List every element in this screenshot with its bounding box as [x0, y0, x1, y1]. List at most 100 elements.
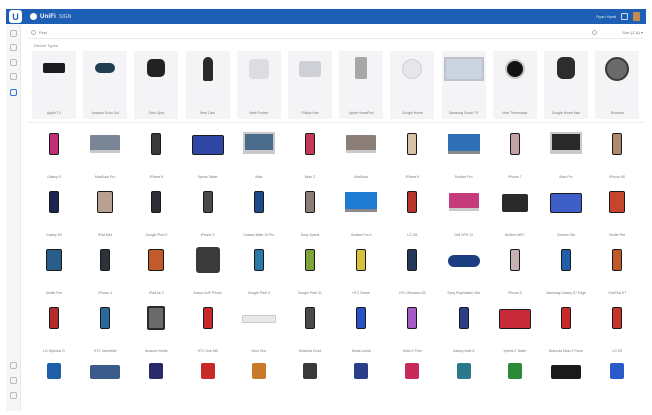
refresh-icon[interactable]: [592, 30, 597, 35]
device-type-tile[interactable]: Dell XPS 13: [442, 181, 486, 241]
device-type-tile[interactable]: iMac: [237, 123, 281, 183]
device-type-tile[interactable]: [83, 355, 127, 415]
device-image: [609, 191, 626, 213]
device-type-tile[interactable]: [390, 355, 434, 415]
device-image: [46, 249, 62, 271]
featured-device-tile[interactable]: Apple HomePod: [339, 51, 384, 119]
device-type-tile[interactable]: Google Pixel XL: [288, 239, 332, 299]
device-type-tile[interactable]: [32, 355, 76, 415]
dashboard-icon[interactable]: [10, 30, 17, 37]
device-type-tile[interactable]: Kindle Fire: [595, 181, 639, 241]
device-type-tile[interactable]: Motorola Droid: [288, 297, 332, 357]
device-type-tile[interactable]: Galaxy S9: [32, 181, 76, 241]
device-type-tile[interactable]: iPhone X: [186, 181, 230, 241]
users-icon[interactable]: [10, 44, 17, 51]
device-type-tile[interactable]: [339, 355, 383, 415]
device-type-tile[interactable]: iPhone 5: [493, 239, 537, 299]
device-type-tile[interactable]: Huawei Mate 10 Pro: [237, 181, 281, 241]
device-type-tile[interactable]: Xperia Tablet: [186, 123, 230, 183]
device-types-icon[interactable]: [10, 89, 17, 96]
device-type-tile[interactable]: Amazon Kindle: [134, 297, 178, 357]
device-type-tile[interactable]: [442, 355, 486, 415]
device-type-tile[interactable]: Brother MFC: [493, 181, 537, 241]
device-type-tile[interactable]: LG G5: [595, 297, 639, 357]
device-type-tile[interactable]: Avaya VoIP Phone: [186, 239, 230, 299]
device-type-tile[interactable]: iPhone 8: [134, 123, 178, 183]
device-image: [346, 135, 377, 153]
device-image: [458, 307, 469, 329]
settings-icon[interactable]: [10, 392, 17, 399]
featured-device-tile[interactable]: Nest Protect: [236, 51, 281, 119]
device-label: Apple TV: [47, 111, 61, 115]
device-type-tile[interactable]: iPhone 6S: [595, 123, 639, 183]
device-type-tile[interactable]: MacBook: [339, 123, 383, 183]
featured-device-tile[interactable]: Philips Hue: [288, 51, 332, 119]
device-type-tile[interactable]: iPad Air 2: [134, 239, 178, 299]
device-type-tile[interactable]: Nokia Lumia: [339, 297, 383, 357]
featured-device-tile[interactable]: Echo Spot: [134, 51, 179, 119]
avatar[interactable]: [633, 12, 640, 21]
featured-device-tile[interactable]: Nest Cam: [185, 51, 230, 119]
featured-device-tile[interactable]: Google Home: [390, 51, 435, 119]
device-type-tile[interactable]: Chrome Tab: [544, 181, 588, 241]
device-type-tile[interactable]: Motorola Moto Z Force: [544, 297, 588, 357]
device-image: [49, 133, 59, 155]
device-type-tile[interactable]: [288, 355, 332, 415]
device-type-tile[interactable]: iMac Pro: [544, 123, 588, 183]
device-type-tile[interactable]: Moto X Pure: [390, 297, 434, 357]
device-type-tile[interactable]: Google Pixel 2: [134, 181, 178, 241]
device-type-tile[interactable]: Galaxy Note 8: [442, 297, 486, 357]
device-image: [610, 363, 625, 379]
device-type-tile[interactable]: LG Optimus G: [32, 297, 76, 357]
device-type-tile[interactable]: HTC Windows 8X: [390, 239, 434, 299]
featured-device-tile[interactable]: Nest Thermostat: [492, 51, 537, 119]
device-type-tile[interactable]: LG G6: [390, 181, 434, 241]
device-image: [356, 307, 367, 329]
device-type-tile[interactable]: [186, 355, 230, 415]
device-type-tile[interactable]: iPhone 7: [493, 123, 537, 183]
user-name[interactable]: Ryan Hyatt: [596, 14, 616, 19]
devices-icon[interactable]: [10, 59, 17, 66]
ubiquiti-logo[interactable]: U: [9, 10, 22, 23]
device-type-tile[interactable]: Moto Z: [288, 123, 332, 183]
device-label: LG Optimus G: [43, 349, 65, 353]
apps-grid-icon[interactable]: [621, 13, 628, 20]
device-type-tile[interactable]: Samsung Galaxy S7 Edge: [544, 239, 588, 299]
device-type-tile[interactable]: Xperia Z Tablet: [493, 297, 537, 357]
device-type-tile[interactable]: Surface Pro 4: [339, 181, 383, 241]
featured-device-tile[interactable]: Amazon Echo Dot: [83, 51, 128, 119]
device-type-tile[interactable]: HTC One M8: [186, 297, 230, 357]
device-type-tile[interactable]: Galaxy S: [32, 123, 76, 183]
device-type-tile[interactable]: MacBook Pro: [83, 123, 127, 183]
alerts-icon[interactable]: [10, 362, 17, 369]
device-type-tile[interactable]: Sony Xperia: [288, 181, 332, 241]
device-image: [43, 63, 65, 73]
device-type-tile[interactable]: Kindle Fire: [32, 239, 76, 299]
device-image: [149, 363, 164, 379]
device-type-tile[interactable]: HTC Incredible: [83, 297, 127, 357]
device-image: [251, 363, 266, 379]
device-type-tile[interactable]: iPhone 4: [83, 239, 127, 299]
device-type-tile[interactable]: HTC Desire: [339, 239, 383, 299]
clients-icon[interactable]: [10, 73, 17, 80]
device-type-tile[interactable]: iPhone 6: [390, 123, 434, 183]
device-type-tile[interactable]: [595, 355, 639, 415]
featured-device-tile[interactable]: Roomba: [595, 51, 640, 119]
device-type-tile[interactable]: Sony PlayStation Vita: [442, 239, 486, 299]
device-type-tile[interactable]: Google Pixel 3: [237, 239, 281, 299]
search-input[interactable]: [39, 30, 239, 35]
device-type-tile[interactable]: [237, 355, 281, 415]
device-type-tile[interactable]: OnePlus 5T: [595, 239, 639, 299]
device-type-tile[interactable]: iPad Mini: [83, 181, 127, 241]
chat-icon[interactable]: [10, 377, 17, 384]
featured-device-tile[interactable]: Apple TV: [32, 51, 76, 119]
device-image: [456, 363, 471, 379]
device-type-tile[interactable]: Xbox One: [237, 297, 281, 357]
device-type-tile[interactable]: [544, 355, 588, 415]
featured-device-tile[interactable]: Google Home Max: [544, 51, 588, 119]
device-type-tile[interactable]: Surface Pro: [442, 123, 486, 183]
device-type-tile[interactable]: [493, 355, 537, 415]
device-type-tile[interactable]: [134, 355, 178, 415]
featured-device-tile[interactable]: Samsung Smart TV: [441, 51, 486, 119]
sort-dropdown[interactable]: Sort (Z-A) ▾: [622, 30, 643, 35]
